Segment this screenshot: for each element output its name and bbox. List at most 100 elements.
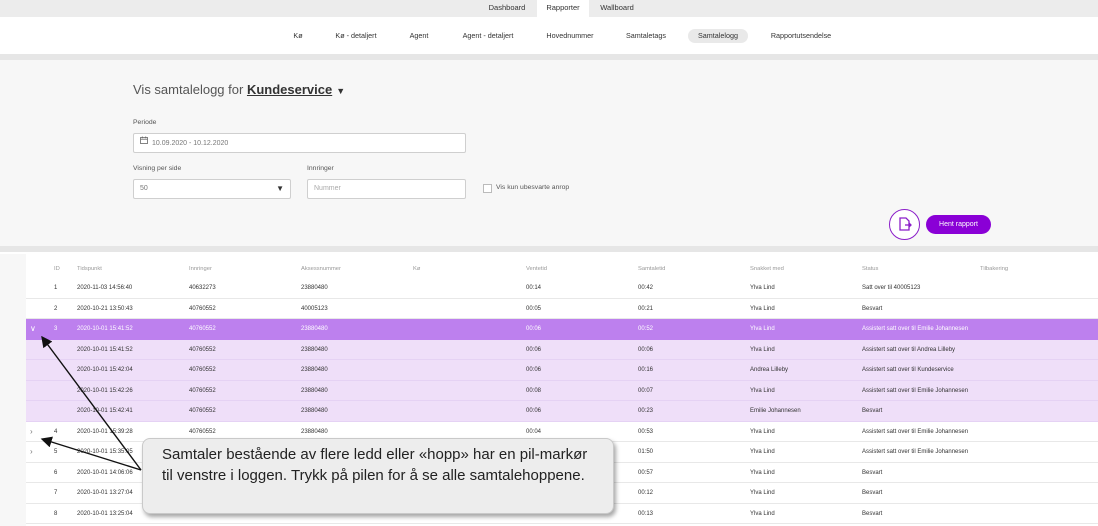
- cell-talk: 00:16: [638, 367, 654, 373]
- cell-caller: 40760552: [189, 305, 216, 312]
- cell-status: Besvart: [862, 305, 883, 312]
- cell-with: Ylva Lind: [750, 387, 775, 394]
- top-tab-dashboard[interactable]: Dashboard: [481, 0, 533, 17]
- export-button[interactable]: [889, 209, 920, 240]
- per-page-label: Visning per side: [133, 165, 182, 172]
- table-row[interactable]: 1 2020-11-03 14:56:40 40632273 23880480 00:1…: [26, 278, 1098, 299]
- top-tab-rapporter[interactable]: Rapporter: [537, 0, 589, 17]
- col-wait: Ventetid: [526, 266, 547, 272]
- table-row[interactable]: ∨ 3 2020-10-01 15:41:52 40760552 23880480 00:…: [26, 319, 1098, 340]
- cell-time: 2020-10-01 15:42:04: [77, 367, 133, 373]
- cell-talk: 00:13: [638, 510, 654, 517]
- sub-tab-rapportutsendelse[interactable]: Rapportutsendelse: [764, 29, 838, 43]
- page-title-prefix: Vis samtalelogg for: [133, 82, 244, 97]
- cell-status: Assistert satt over til Andrea Lilleby: [862, 346, 956, 353]
- chevron-right-icon[interactable]: ›: [30, 427, 33, 436]
- cell-time: 2020-10-01 15:42:26: [77, 387, 133, 394]
- sub-tab-samtalelogg[interactable]: Samtalelogg: [688, 29, 748, 43]
- call-hop-row[interactable]: 2020-10-01 15:42:41 40760552 23880480 00:06…: [26, 401, 1098, 422]
- cell-with: Emilie Johannesen: [750, 408, 801, 414]
- cell-talk: 01:50: [638, 449, 654, 455]
- cell-id: 6: [54, 469, 58, 476]
- cell-access: 23880480: [301, 326, 328, 332]
- cell-status: Besvart: [862, 469, 883, 476]
- caret-down-icon[interactable]: ▼: [336, 86, 345, 96]
- call-hop-row[interactable]: 2020-10-01 15:42:26 40760552 23880480 00:08…: [26, 380, 1098, 401]
- cell-access: 23880480: [301, 285, 328, 291]
- cell-caller: 40760552: [189, 428, 216, 435]
- fetch-report-button[interactable]: Hent rapport: [926, 215, 991, 234]
- caller-placeholder: Nummer: [314, 185, 341, 192]
- cell-time: 2020-10-01 15:42:41: [77, 408, 133, 414]
- top-nav: Dashboard Rapporter Wallboard: [0, 0, 1098, 17]
- cell-talk: 00:06: [638, 346, 654, 353]
- sub-tab-agent[interactable]: Agent: [403, 29, 435, 43]
- cell-wait: 00:06: [526, 408, 542, 414]
- cell-talk: 00:07: [638, 387, 654, 394]
- per-page-select[interactable]: 50 ▼: [133, 179, 291, 199]
- top-tab-wallboard[interactable]: Wallboard: [591, 0, 643, 17]
- cell-time: 2020-10-01 15:41:52: [77, 326, 133, 332]
- sub-tab-agent-detaljert[interactable]: Agent - detaljert: [455, 29, 521, 43]
- table-row[interactable]: 2 2020-10-21 13:50:43 40760552 40005123 00:0…: [26, 298, 1098, 319]
- sub-tab-hovednummer[interactable]: Hovednummer: [539, 29, 601, 43]
- cell-id: 8: [54, 510, 58, 517]
- call-hop-row[interactable]: 2020-10-01 15:41:52 40760552 23880480 00:06…: [26, 339, 1098, 360]
- cell-time: 2020-10-01 13:27:04: [77, 490, 133, 496]
- cell-access: 23880480: [301, 408, 328, 414]
- cell-status: Assistert satt over til Emilie Johannese…: [862, 449, 969, 455]
- cell-with: Ylva Lind: [750, 428, 775, 435]
- caller-number-input[interactable]: Nummer: [307, 179, 466, 199]
- cell-with: Ylva Lind: [750, 490, 775, 496]
- cell-access: 23880480: [301, 346, 328, 353]
- sub-tab-ko-detaljert[interactable]: Kø - detaljert: [328, 29, 384, 43]
- table-header: ID Tidspunkt Innringer Aksessnummer Kø V…: [26, 262, 1098, 278]
- cell-with: Ylva Lind: [750, 449, 775, 455]
- cell-access: 23880480: [301, 367, 328, 373]
- export-file-icon: [899, 217, 912, 231]
- cell-talk: 00:21: [638, 305, 654, 312]
- cell-status: Assistert satt over til Emilie Johannese…: [862, 326, 969, 332]
- call-hop-row[interactable]: 2020-10-01 15:42:04 40760552 23880480 00:06…: [26, 360, 1098, 381]
- cell-with: Ylva Lind: [750, 510, 775, 517]
- period-value: 10.09.2020 - 10.12.2020: [152, 139, 229, 147]
- cell-id: 5: [54, 449, 58, 455]
- col-time: Tidspunkt: [77, 266, 102, 272]
- col-talked-with: Snakket med: [750, 266, 784, 272]
- sub-tab-ko[interactable]: Kø: [286, 29, 310, 43]
- col-callback: Tilbakering: [980, 266, 1009, 272]
- cell-status: Besvart: [862, 490, 883, 496]
- panel-divider: [0, 246, 1098, 252]
- cell-wait: 00:06: [526, 367, 542, 373]
- cell-wait: 00:06: [526, 346, 542, 353]
- caller-label: Innringer: [307, 165, 334, 172]
- cell-talk: 00:53: [638, 428, 654, 435]
- cell-talk: 00:12: [638, 490, 654, 496]
- cell-with: Ylva Lind: [750, 326, 775, 332]
- col-queue: Kø: [413, 266, 421, 272]
- cell-caller: 40760552: [189, 408, 216, 414]
- cell-status: Assistert satt over til Emilie Johannese…: [862, 387, 969, 394]
- cell-with: Ylva Lind: [750, 285, 775, 291]
- cell-id: 2: [54, 305, 58, 312]
- col-status: Status: [862, 266, 879, 272]
- help-callout: Samtaler bestående av flere ledd eller «…: [142, 438, 614, 514]
- period-field[interactable]: 10.09.2020 - 10.12.2020: [133, 133, 466, 153]
- cell-time: 2020-11-03 14:56:40: [77, 285, 133, 291]
- app-root: Dashboard Rapporter Wallboard Kø Kø - de…: [0, 0, 1098, 526]
- period-label: Periode: [133, 119, 157, 126]
- left-margin: [0, 254, 26, 526]
- cell-talk: 00:52: [638, 326, 654, 332]
- cell-caller: 40760552: [189, 387, 216, 394]
- cell-talk: 00:23: [638, 408, 654, 414]
- per-page-value: 50: [140, 185, 148, 192]
- cell-caller: 40760552: [189, 367, 216, 373]
- cell-id: 1: [54, 285, 58, 291]
- department-selector[interactable]: Kundeservice: [247, 82, 332, 97]
- dropdown-arrow-icon: ▼: [276, 184, 284, 193]
- cell-with: Ylva Lind: [750, 469, 775, 476]
- chevron-down-icon[interactable]: ∨: [30, 324, 36, 333]
- unanswered-checkbox[interactable]: [483, 184, 492, 193]
- sub-tab-samtaletags[interactable]: Samtaletags: [618, 29, 674, 43]
- chevron-right-icon[interactable]: ›: [30, 447, 33, 456]
